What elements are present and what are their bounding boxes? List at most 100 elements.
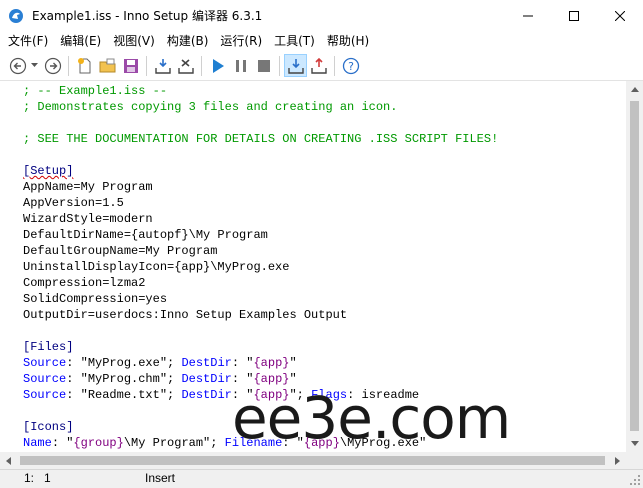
back-icon <box>9 57 26 74</box>
scroll-up-arrow[interactable] <box>626 81 643 98</box>
code-line[interactable] <box>23 115 626 131</box>
menu-bar: 文件(F) 编辑(E) 视图(V) 构建(B) 运行(R) 工具(T) 帮助(H… <box>0 31 643 51</box>
code-token: [Files] <box>23 340 74 354</box>
maximize-button[interactable] <box>551 0 597 31</box>
window-title: Example1.iss - Inno Setup 编译器 6.3.1 <box>32 9 263 23</box>
target-uninstall-icon <box>310 57 327 74</box>
code-line[interactable]: AppName=My Program <box>23 179 626 195</box>
scroll-left-arrow[interactable] <box>0 452 17 469</box>
save-button[interactable] <box>119 54 142 77</box>
svg-text:?: ? <box>348 60 354 73</box>
insert-mode: Insert <box>145 471 176 485</box>
close-button[interactable] <box>597 0 643 31</box>
vertical-scrollbar[interactable] <box>626 81 643 452</box>
help-button[interactable]: ? <box>339 54 362 77</box>
code-token: WizardStyle=modern <box>23 212 153 226</box>
code-token: DefaultGroupName=My Program <box>23 244 218 258</box>
target-setup-button[interactable] <box>284 54 307 77</box>
chevron-right-icon <box>615 456 620 465</box>
menu-edit[interactable]: 编辑(E) <box>54 31 107 51</box>
code-line[interactable]: DefaultGroupName=My Program <box>23 243 626 259</box>
cursor-position: 1: 1 <box>24 471 51 485</box>
new-button[interactable] <box>73 54 96 77</box>
open-folder-icon <box>99 58 115 72</box>
horizontal-scroll-thumb[interactable] <box>20 456 605 465</box>
menu-help[interactable]: 帮助(H) <box>321 31 375 51</box>
code-token: {app} <box>253 356 290 370</box>
menu-tools[interactable]: 工具(T) <box>268 31 321 51</box>
forward-button[interactable] <box>41 54 64 77</box>
dropdown-arrow-icon <box>30 63 38 67</box>
code-line[interactable]: SolidCompression=yes <box>23 291 626 307</box>
code-token: [Icons] <box>23 420 74 434</box>
pause-icon <box>235 59 246 72</box>
code-token: : " <box>51 436 74 450</box>
code-token: : "MyProg.chm"; <box>66 372 182 386</box>
menu-build[interactable]: 构建(B) <box>161 31 215 51</box>
code-token: ; -- Example1.iss -- <box>23 84 168 98</box>
inno-setup-app-icon[interactable] <box>8 8 24 24</box>
toolbar-separator <box>146 55 147 76</box>
maximize-icon <box>569 10 579 21</box>
stop-icon <box>257 59 270 72</box>
code-token: DefaultDirName={autopf}\My Program <box>23 228 268 242</box>
code-token: Name <box>23 436 52 450</box>
menu-file[interactable]: 文件(F) <box>2 31 54 51</box>
code-line[interactable]: [Setup] <box>23 163 626 179</box>
stop-compile-button[interactable] <box>174 54 197 77</box>
code-line[interactable]: AppVersion=1.5 <box>23 195 626 211</box>
code-token: ; SEE THE DOCUMENTATION FOR DETAILS ON C… <box>23 132 499 146</box>
back-button[interactable] <box>6 54 29 77</box>
code-line[interactable]: ; Demonstrates copying 3 files and creat… <box>23 99 626 115</box>
menu-run[interactable]: 运行(R) <box>214 31 268 51</box>
toolbar-separator <box>334 55 335 76</box>
code-token: : " <box>231 356 254 370</box>
back-history-dropdown[interactable] <box>29 54 39 77</box>
menu-view[interactable]: 视图(V) <box>107 31 161 51</box>
code-token: SolidCompression=yes <box>23 292 168 306</box>
code-line[interactable]: DefaultDirName={autopf}\My Program <box>23 227 626 243</box>
compile-button[interactable] <box>151 54 174 77</box>
vertical-scroll-thumb[interactable] <box>630 101 639 431</box>
scroll-down-arrow[interactable] <box>626 435 643 452</box>
stop-button[interactable] <box>252 54 275 77</box>
code-token: [Setup] <box>23 164 74 178</box>
resize-grip-icon[interactable] <box>629 474 641 486</box>
toolbar: ? <box>0 51 643 81</box>
code-token: AppVersion=1.5 <box>23 196 124 210</box>
code-token: \My Program"; <box>123 436 225 450</box>
compile-icon <box>154 58 171 74</box>
code-line[interactable]: ; SEE THE DOCUMENTATION FOR DETAILS ON C… <box>23 131 626 147</box>
pause-button[interactable] <box>229 54 252 77</box>
code-line[interactable]: UninstallDisplayIcon={app}\MyProg.exe <box>23 259 626 275</box>
code-line[interactable] <box>23 147 626 163</box>
minimize-button[interactable] <box>505 0 551 31</box>
code-line[interactable]: WizardStyle=modern <box>23 211 626 227</box>
code-line[interactable]: OutputDir=userdocs:Inno Setup Examples O… <box>23 307 626 323</box>
chevron-down-icon <box>630 441 639 446</box>
title-bar[interactable]: Example1.iss - Inno Setup 编译器 6.3.1 <box>0 0 643 31</box>
code-token: DestDir <box>181 388 232 402</box>
help-icon: ? <box>342 57 359 74</box>
run-icon <box>212 58 224 73</box>
open-button[interactable] <box>96 54 119 77</box>
stop-compile-icon <box>177 58 194 74</box>
code-token: Source <box>23 372 67 386</box>
code-token: Compression=lzma2 <box>23 276 146 290</box>
run-button[interactable] <box>206 54 229 77</box>
horizontal-scrollbar[interactable] <box>0 452 626 469</box>
code-line[interactable]: [Files] <box>23 339 626 355</box>
target-setup-icon <box>287 58 304 74</box>
code-line[interactable]: Compression=lzma2 <box>23 275 626 291</box>
code-token: DestDir <box>181 372 232 386</box>
status-bar: 1: 1 Insert <box>0 469 643 488</box>
code-line[interactable] <box>23 323 626 339</box>
scroll-right-arrow[interactable] <box>609 452 626 469</box>
code-line[interactable]: ; -- Example1.iss -- <box>23 83 626 99</box>
code-token: ; Demonstrates copying 3 files and creat… <box>23 100 398 114</box>
target-uninstall-button[interactable] <box>307 54 330 77</box>
code-line[interactable]: Source: "MyProg.exe"; DestDir: "{app}" <box>23 355 626 371</box>
minimize-icon <box>523 15 533 16</box>
chevron-up-icon <box>630 87 639 92</box>
code-token: OutputDir=userdocs:Inno Setup Examples O… <box>23 308 348 322</box>
